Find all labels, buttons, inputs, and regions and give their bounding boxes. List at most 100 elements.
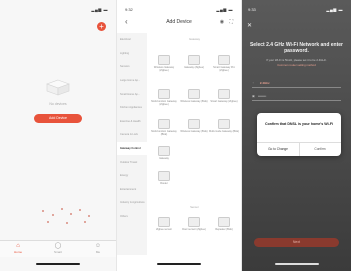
status-time: 9:33	[248, 7, 256, 12]
device-grid: Gateway Wireless Gateway (Zigbee) Gatewa…	[148, 33, 241, 255]
device-thumbnail	[218, 55, 230, 65]
device-label: Multi-function Gateway (BLE)	[151, 130, 177, 136]
home-screen: ▂▄▆ ▬ + No devices Add Device ⌂ Home ◯ S…	[0, 0, 116, 271]
scan-icon[interactable]: ◉ ⛶	[220, 16, 235, 28]
router-setting-link[interactable]: Common router setting method	[250, 63, 343, 67]
device-item[interactable]: Multi-mode Gateway (BLE)	[209, 119, 239, 133]
tab-home[interactable]: ⌂ Home	[8, 243, 28, 254]
status-icons: ▂▄▆ ▬	[326, 7, 343, 12]
wifi-network-field[interactable]: ◔ 2.4Ghz	[252, 79, 341, 88]
add-device-header: ‹ Add Device ◉ ⛶	[117, 16, 241, 28]
device-label: Gateway	[159, 157, 169, 160]
category-item-active[interactable]: Gateway Control	[117, 141, 147, 156]
tab-me[interactable]: ☺ Me	[88, 243, 108, 254]
device-label: Multi-function Gateway (Zigbee)	[151, 100, 177, 106]
device-item[interactable]: Repeater (BLE)	[209, 217, 239, 231]
category-item[interactable]: Industry & Agriculture	[117, 196, 147, 210]
section-heading: Sensor	[190, 205, 199, 209]
status-bar: 9:32 ▂▄▆ ▬	[117, 7, 241, 15]
category-item[interactable]: Energy	[117, 169, 147, 183]
category-item[interactable]: Large Home Ap...	[117, 74, 147, 88]
device-label: Gateway (Zigbee)	[184, 66, 204, 69]
device-item[interactable]: Multi-function Gateway (Zigbee)	[149, 89, 179, 106]
category-sidebar: Electrical Lighting Sensors Large Home A…	[117, 33, 147, 255]
wifi-subtitle: If your Wi-Fi is 5GHz, please set it to …	[266, 58, 327, 62]
tab-label: Smart	[53, 250, 62, 254]
status-bar: ▂▄▆ ▬	[0, 7, 116, 15]
empty-box-icon	[46, 79, 70, 96]
tab-label: Me	[95, 250, 101, 254]
category-item[interactable]: Exercise & Health	[117, 115, 147, 129]
wifi-setup-screen: 9:33 ▂▄▆ ▬ ✕ Select 2.4 GHz Wi-Fi Networ…	[242, 0, 351, 271]
device-label: Door sensor (Zigbee)	[182, 228, 206, 231]
device-item[interactable]: Router	[149, 171, 179, 185]
confirm-wifi-dialog: Confirm that DNSL is your home's Wi-Fi G…	[257, 113, 341, 156]
device-thumbnail	[188, 55, 200, 65]
device-thumbnail	[218, 89, 230, 99]
device-item[interactable]: Smart Gateway (Zigbee)	[209, 89, 239, 103]
device-label: Wireless Gateway (BLE)	[180, 100, 208, 103]
device-label: Wireless Gateway (BLE)	[180, 130, 208, 133]
device-item[interactable]: Smart Gateway Pro (Zigbee)	[209, 55, 239, 72]
wifi-password-field[interactable]: ▣ ••••••••	[252, 92, 341, 101]
device-item[interactable]: Gateway	[149, 146, 179, 160]
device-label: Multi-mode Gateway (BLE)	[209, 130, 240, 133]
next-button[interactable]: Next	[254, 238, 339, 247]
profile-icon: ☺	[94, 243, 102, 249]
password-value: ••••••••	[257, 94, 267, 98]
tab-smart[interactable]: ◯ Smart	[48, 243, 68, 254]
category-item[interactable]: Sensors	[117, 60, 147, 74]
device-item[interactable]: Zigbee sensor	[149, 217, 179, 231]
home-indicator	[157, 263, 201, 265]
status-icons: ▂▄▆ ▬	[91, 7, 108, 12]
device-thumbnail	[158, 146, 170, 156]
device-thumbnail	[158, 55, 170, 65]
device-thumbnail	[188, 89, 200, 99]
device-thumbnail	[188, 119, 200, 129]
section-heading: Gateway	[188, 37, 201, 41]
device-thumbnail	[158, 119, 170, 129]
category-item[interactable]: Lighting	[117, 47, 147, 61]
category-item[interactable]: Kitchen Appliances	[117, 101, 147, 115]
confirm-button[interactable]: Confirm	[299, 143, 341, 156]
device-item[interactable]: Wireless Gateway (Zigbee)	[149, 55, 179, 72]
wifi-icon: ◔	[252, 81, 254, 85]
add-device-button[interactable]: Add Device	[34, 114, 82, 123]
tab-label: Home	[13, 250, 22, 254]
category-item[interactable]: Camera & Lock	[117, 128, 147, 142]
device-thumbnail	[188, 217, 200, 227]
device-item[interactable]: Multi-function Gateway (BLE)	[149, 119, 179, 136]
app-screenshots: ▂▄▆ ▬ + No devices Add Device ⌂ Home ◯ S…	[0, 0, 351, 271]
device-thumbnail	[158, 217, 170, 227]
add-icon[interactable]: +	[97, 22, 106, 31]
device-thumbnail	[218, 119, 230, 129]
home-indicator	[36, 263, 80, 265]
device-item[interactable]: Wireless Gateway (BLE)	[179, 89, 209, 103]
lock-icon: ▣	[252, 94, 255, 98]
device-label: Repeater (BLE)	[215, 228, 233, 231]
status-time: 9:32	[125, 7, 133, 12]
category-item[interactable]: Small Home Ap...	[117, 87, 147, 101]
close-icon[interactable]: ✕	[247, 22, 252, 29]
device-label: Wireless Gateway (Zigbee)	[153, 66, 175, 72]
device-item[interactable]: Gateway (Zigbee)	[179, 55, 209, 69]
smart-icon: ◯	[54, 243, 62, 249]
bottom-tab-bar: ⌂ Home ◯ Smart ☺ Me	[0, 240, 116, 257]
device-label: Smart Gateway Pro (Zigbee)	[213, 66, 235, 72]
category-item[interactable]: Others	[117, 210, 147, 224]
device-label: Smart Gateway (Zigbee)	[210, 100, 238, 103]
category-item[interactable]: Entertainment	[117, 183, 147, 197]
empty-state-text: No devices	[49, 102, 67, 106]
device-item[interactable]: Wireless Gateway (BLE)	[179, 119, 209, 133]
category-item[interactable]: Outdoor Travel	[117, 155, 147, 169]
device-item[interactable]: Door sensor (Zigbee)	[179, 217, 209, 231]
go-to-change-button[interactable]: Go to Change	[257, 143, 299, 156]
add-device-screen: 9:32 ▂▄▆ ▬ ‹ Add Device ◉ ⛶ Electrical L…	[117, 0, 241, 271]
status-icons: ▂▄▆ ▬	[216, 7, 233, 12]
home-icon: ⌂	[16, 243, 20, 249]
status-bar: 9:33 ▂▄▆ ▬	[242, 7, 351, 15]
device-thumbnail	[158, 171, 170, 181]
home-indicator	[274, 263, 319, 265]
network-band: 2.4Ghz	[259, 81, 270, 85]
category-item[interactable]: Electrical	[117, 33, 147, 47]
